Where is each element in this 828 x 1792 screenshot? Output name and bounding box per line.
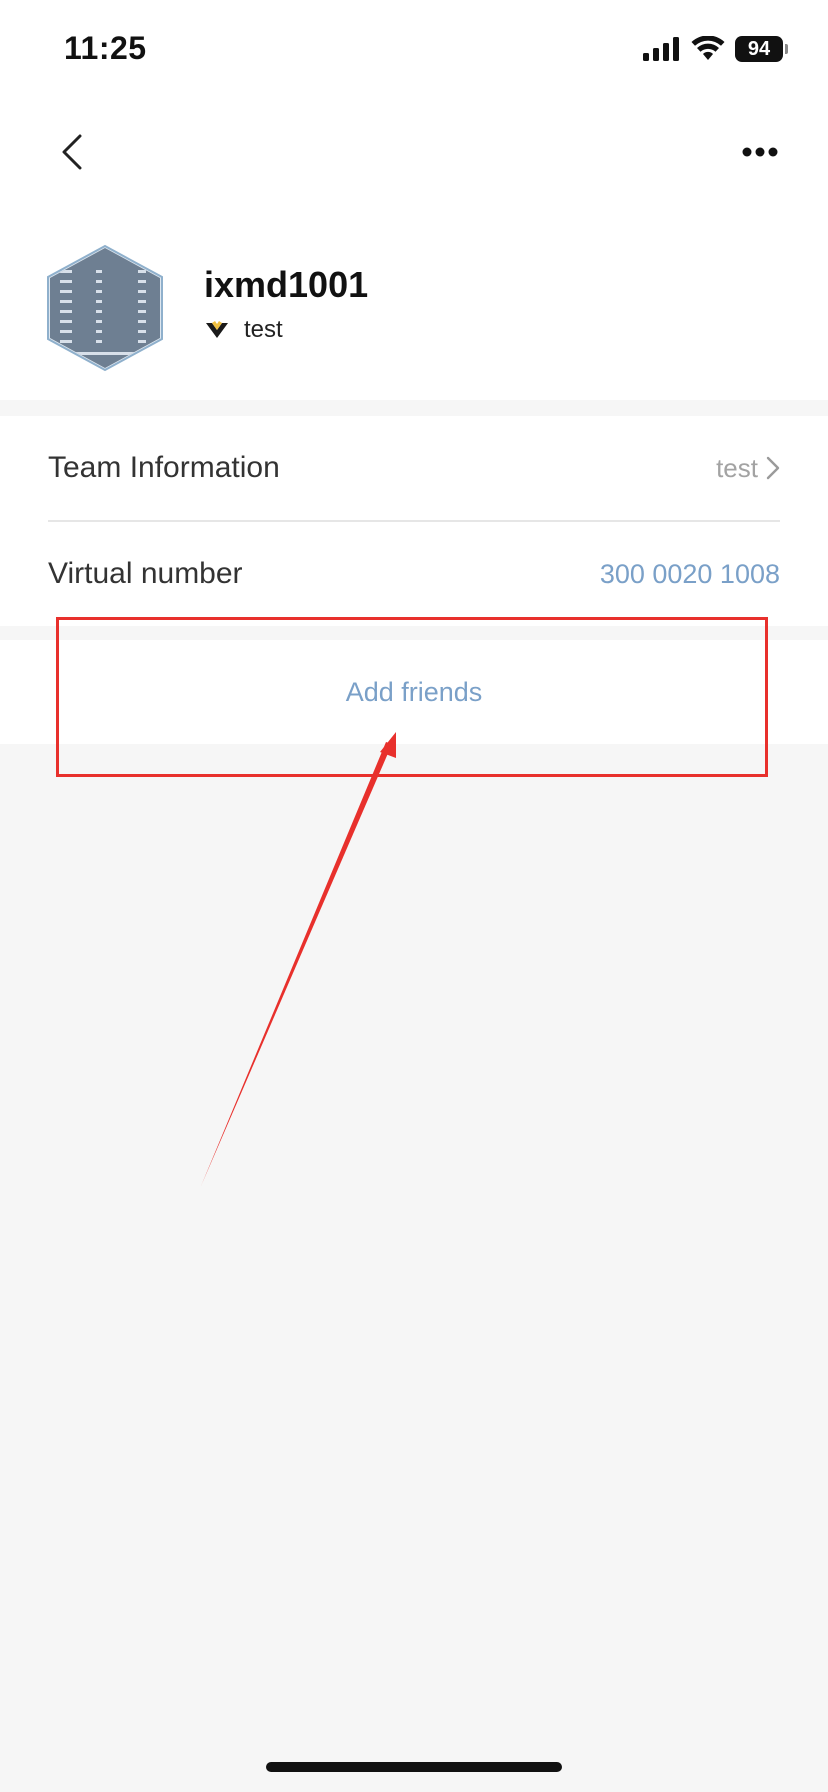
profile-name: ixmd1001	[204, 264, 369, 305]
team-information-value-text: test	[716, 452, 758, 483]
chevron-right-icon	[766, 456, 780, 480]
profile-header: ixmd1001 test	[0, 204, 828, 400]
more-button[interactable]	[732, 130, 788, 174]
home-indicator[interactable]	[266, 1762, 562, 1772]
team-information-label: Team Information	[48, 451, 280, 484]
status-bar: 11:25 94	[0, 0, 828, 100]
team-badge-icon	[206, 321, 228, 338]
profile-team: test	[204, 316, 283, 344]
virtual-number-value[interactable]: 300 0020 1008	[600, 559, 780, 590]
add-friends-card: Add friends	[0, 640, 828, 744]
nav-bar	[0, 100, 828, 204]
back-button[interactable]	[48, 126, 96, 178]
status-icons: 94	[643, 36, 788, 62]
battery-icon: 94	[735, 36, 783, 62]
info-list: Team Information test Virtual number 300…	[0, 416, 828, 626]
signal-icon	[643, 37, 679, 61]
status-time: 11:25	[64, 30, 147, 66]
team-information-value: test	[716, 453, 780, 484]
more-horizontal-icon	[742, 147, 778, 157]
wifi-icon	[691, 36, 725, 60]
virtual-number-label: Virtual number	[48, 557, 243, 590]
battery-cap	[785, 44, 788, 54]
virtual-number-row: Virtual number 300 0020 1008	[48, 522, 780, 626]
avatar[interactable]	[46, 244, 164, 372]
chevron-left-icon	[62, 134, 82, 170]
profile-team-label: test	[244, 316, 283, 343]
add-friends-button[interactable]: Add friends	[0, 640, 828, 744]
team-information-row[interactable]: Team Information test	[48, 416, 780, 522]
